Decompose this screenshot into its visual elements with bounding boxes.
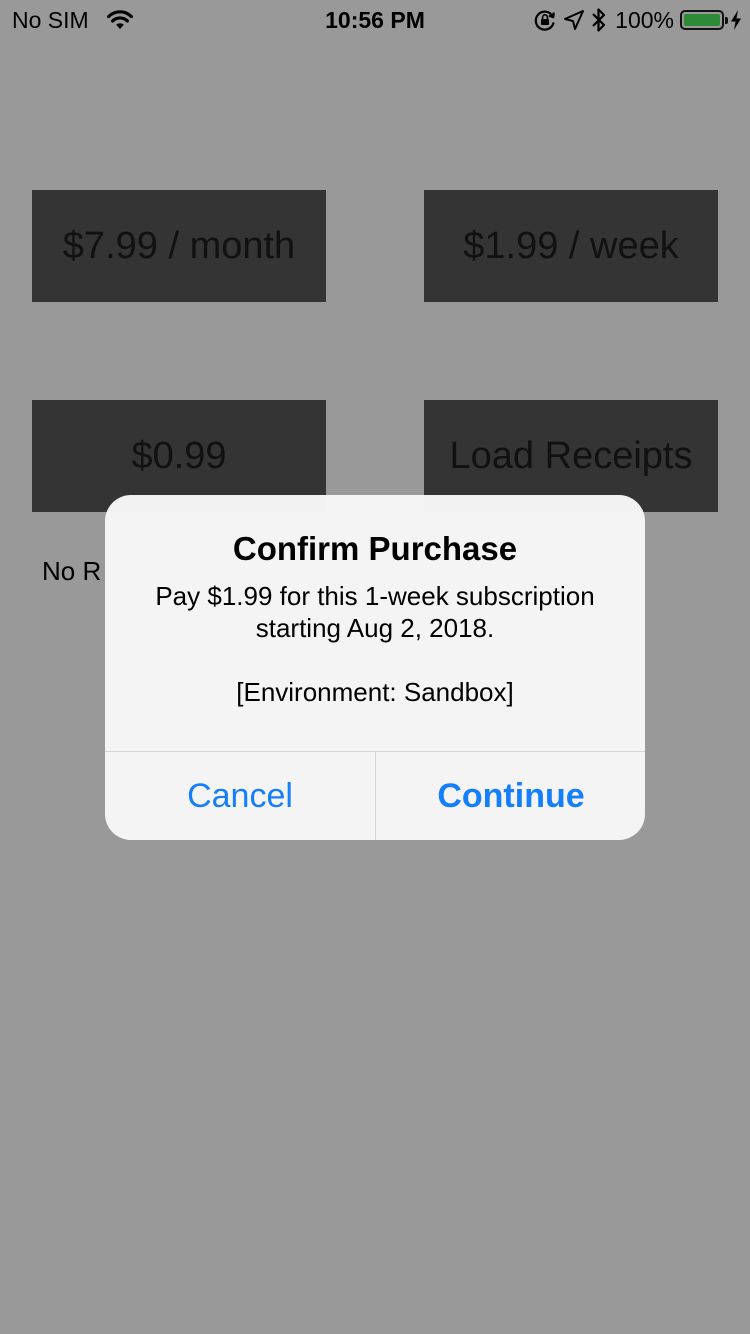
- continue-button[interactable]: Continue: [376, 752, 645, 840]
- battery-fill: [684, 14, 720, 26]
- alert-environment: [Environment: Sandbox]: [236, 677, 514, 707]
- status-indicators: 100%: [533, 6, 742, 34]
- location-arrow-icon: [564, 10, 585, 30]
- bluetooth-icon: [592, 8, 606, 32]
- alert-title: Confirm Purchase: [232, 530, 518, 567]
- battery-percent: 100%: [615, 6, 674, 33]
- weekly-subscription-button[interactable]: $1.99 / week: [424, 190, 718, 302]
- receipt-status-label: No R: [42, 556, 102, 586]
- battery-icon: [680, 10, 728, 30]
- monthly-subscription-button[interactable]: $7.99 / month: [32, 190, 326, 302]
- charging-bolt-icon: [731, 10, 741, 30]
- alert-message-spacer: [135, 644, 615, 676]
- cancel-button[interactable]: Cancel: [105, 752, 375, 840]
- battery-nub: [725, 17, 728, 24]
- status-bar: No SIM 10:56 PM 100%: [0, 0, 750, 40]
- confirm-purchase-alert: Confirm Purchase Pay $1.99 for this 1-we…: [105, 495, 645, 840]
- alert-message: Pay $1.99 for this 1-week subscription s…: [135, 580, 615, 708]
- orientation-lock-icon: [534, 10, 556, 31]
- alert-message-line1: Pay $1.99 for this 1-week subscription: [155, 581, 595, 611]
- alert-message-line2: starting Aug 2, 2018.: [255, 613, 495, 643]
